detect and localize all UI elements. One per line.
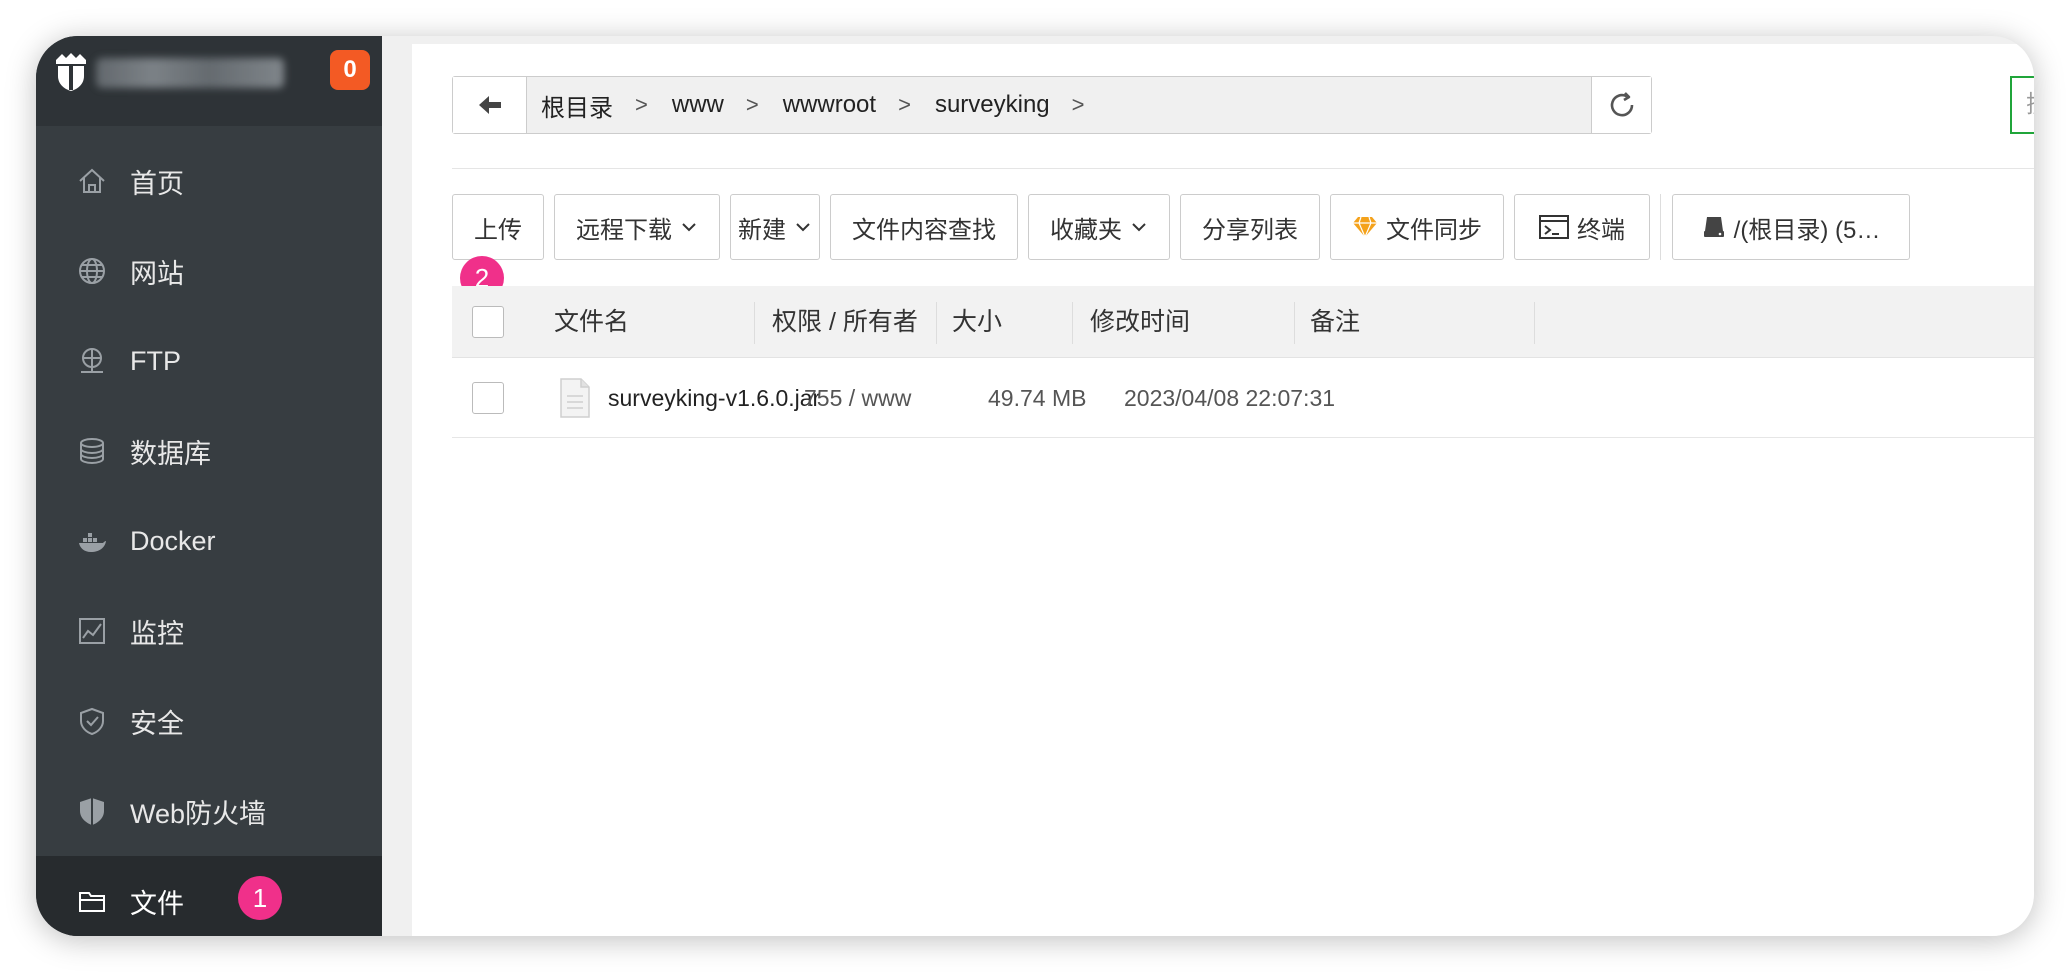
callout-badge-1: 1 [238, 876, 282, 920]
sidebar-item-label: Web防火墙 [130, 798, 267, 829]
breadcrumb-separator: > [635, 92, 648, 117]
breadcrumb-wwwroot[interactable]: wwwroot [783, 91, 876, 119]
sidebar-item-label: 文件 [130, 888, 184, 919]
sidebar-item-security[interactable]: 安全 [36, 676, 382, 766]
ftp-icon [76, 345, 108, 377]
breadcrumb-www[interactable]: www [672, 91, 724, 119]
file-table-header: 文件名 权限 / 所有者 大小 修改时间 备注 [452, 286, 2034, 358]
sidebar-item-label: 监控 [130, 618, 184, 649]
remote-download-button[interactable]: 远程下载 [554, 194, 720, 260]
refresh-button[interactable] [1591, 77, 1651, 133]
database-icon [76, 435, 108, 467]
column-separator [936, 302, 937, 344]
select-all-checkbox[interactable] [472, 306, 504, 338]
sidebar-item-label: 网站 [130, 258, 184, 289]
row-checkbox[interactable] [472, 382, 504, 414]
sidebar-item-website[interactable]: 网站 [36, 226, 382, 316]
monitor-icon [76, 615, 108, 647]
favorites-button[interactable]: 收藏夹 [1028, 194, 1170, 260]
table-row[interactable]: surveyking-v1.6.0.jar 755 / www 49.74 MB… [452, 358, 2034, 438]
host-address-blurred [96, 58, 284, 88]
breadcrumb-separator: > [1071, 92, 1085, 117]
file-sync-button[interactable]: 文件同步 [1330, 194, 1504, 260]
back-button[interactable] [453, 77, 527, 133]
terminal-button[interactable]: 终端 [1514, 194, 1650, 260]
path-bar: 根目录 > www > wwwroot > surveyking > [452, 76, 1652, 134]
sidebar-item-database[interactable]: 数据库 [36, 406, 382, 496]
arrow-left-icon [478, 96, 501, 114]
file-size: 49.74 MB [988, 385, 1087, 411]
shield-icon [76, 705, 108, 737]
sidebar-item-label: 首页 [130, 168, 184, 199]
column-header-permission[interactable]: 权限 / 所有者 [772, 286, 918, 358]
column-header-mtime[interactable]: 修改时间 [1090, 286, 1190, 358]
column-separator [1534, 302, 1535, 344]
column-header-note: 备注 [1310, 308, 1361, 336]
column-separator [1072, 302, 1073, 344]
chevron-down-icon [1132, 223, 1146, 232]
sidebar-item-home[interactable]: 首页 [36, 136, 382, 226]
sidebar-header: 0 [36, 36, 382, 126]
disk-label: /(根目录) (5… [1733, 216, 1881, 244]
sidebar-item-label: 安全 [130, 708, 184, 739]
column-header-size[interactable]: 大小 [952, 286, 1002, 358]
globe-icon [76, 255, 108, 287]
favorites-label: 收藏夹 [1050, 216, 1122, 244]
sidebar-item-label: 数据库 [130, 438, 211, 469]
sidebar-item-docker[interactable]: Docker [36, 496, 382, 586]
file-content-search-button[interactable]: 文件内容查找 [830, 194, 1018, 260]
sidebar: 0 首页 网站 FTP 数据库 Docker 监控 安全 Web防火墙 文件 1 [36, 36, 382, 936]
file-mtime: 2023/04/08 22:07:31 [1124, 385, 1336, 411]
app-window: 0 首页 网站 FTP 数据库 Docker 监控 安全 Web防火墙 文件 1… [36, 36, 2034, 936]
docker-icon [76, 525, 108, 557]
file-icon [560, 378, 590, 418]
breadcrumb: 根目录 > www > wwwroot > surveyking > [541, 77, 1109, 133]
chevron-down-icon [796, 223, 810, 232]
remote-download-label: 远程下载 [576, 216, 672, 244]
share-list-button[interactable]: 分享列表 [1180, 194, 1320, 260]
search-input[interactable]: 搜索 [2010, 76, 2034, 134]
toolbar-divider [1660, 194, 1661, 260]
file-sync-label: 文件同步 [1386, 216, 1482, 244]
column-header-name[interactable]: 文件名 [554, 286, 629, 358]
breadcrumb-surveyking[interactable]: surveyking [935, 91, 1050, 119]
breadcrumb-root[interactable]: 根目录 [541, 88, 613, 123]
divider [452, 168, 2034, 169]
chevron-down-icon [682, 223, 696, 232]
sidebar-item-monitor[interactable]: 监控 [36, 586, 382, 676]
sidebar-item-label: Docker [130, 525, 216, 556]
sidebar-item-waf[interactable]: Web防火墙 [36, 766, 382, 856]
breadcrumb-separator: > [898, 92, 911, 117]
sidebar-item-label: FTP [130, 345, 181, 376]
upload-button[interactable]: 上传 [452, 194, 544, 260]
terminal-label: 终端 [1577, 216, 1625, 244]
sidebar-item-files[interactable]: 文件 1 [36, 856, 382, 936]
content-search-label: 文件内容查找 [852, 216, 996, 244]
new-button[interactable]: 新建 [730, 194, 820, 260]
upload-label: 上传 [474, 216, 522, 244]
folder-icon [76, 885, 108, 917]
sidebar-nav: 首页 网站 FTP 数据库 Docker 监控 安全 Web防火墙 文件 1 [36, 136, 382, 936]
diamond-icon [1352, 216, 1378, 238]
disk-selector-button[interactable]: /(根目录) (5… [1672, 194, 1910, 260]
file-permission[interactable]: 755 / www [804, 358, 911, 438]
refresh-icon [1610, 92, 1633, 117]
file-name-link[interactable]: surveyking-v1.6.0.jar [608, 358, 820, 438]
message-count-badge[interactable]: 0 [330, 50, 370, 90]
sidebar-item-ftp[interactable]: FTP [36, 316, 382, 406]
disk-icon [1702, 215, 1726, 239]
logo-icon [56, 53, 86, 91]
new-label: 新建 [738, 216, 786, 244]
breadcrumb-separator: > [745, 92, 759, 117]
home-icon [76, 165, 108, 197]
file-manager-panel: 根目录 > www > wwwroot > surveyking > 搜索 上传… [412, 44, 2034, 936]
column-separator [754, 302, 755, 344]
column-separator [1294, 302, 1295, 344]
terminal-icon [1539, 215, 1569, 239]
firewall-icon [76, 795, 108, 827]
share-list-label: 分享列表 [1202, 216, 1298, 244]
